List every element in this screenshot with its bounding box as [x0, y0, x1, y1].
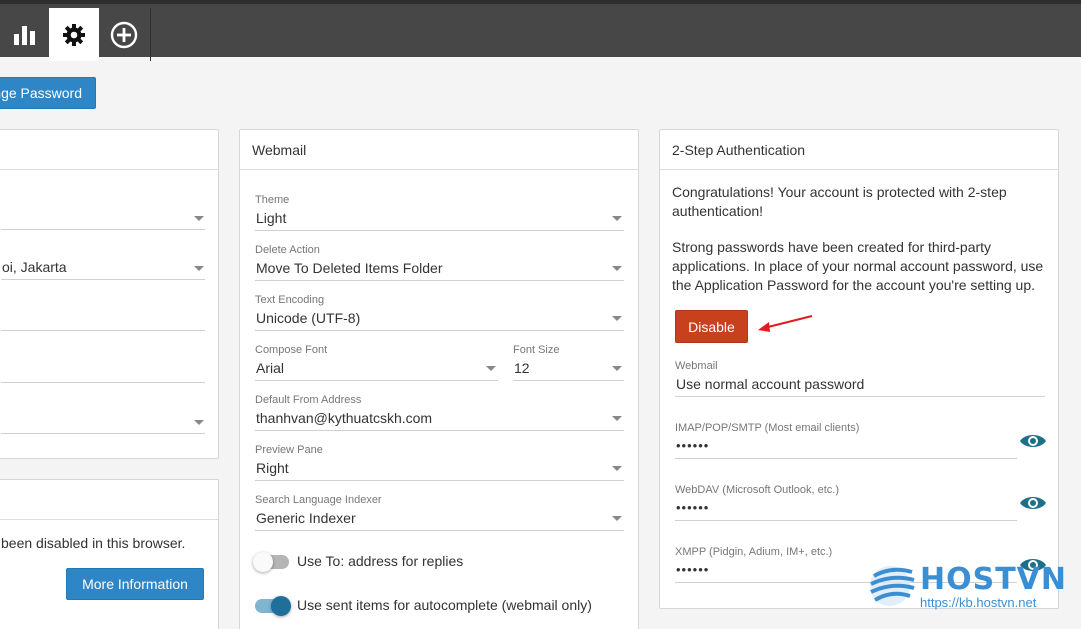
watermark-url: https://kb.hostvn.net — [920, 595, 1037, 610]
bar-chart-icon — [14, 25, 35, 45]
two-step-auth-panel: 2-Step Authentication Congratulations! Y… — [659, 129, 1059, 609]
two-step-auth-title: 2-Step Authentication — [660, 130, 1058, 170]
left-field-5[interactable] — [1, 410, 205, 434]
theme-select[interactable]: Theme Light — [255, 193, 624, 231]
chevron-down-icon — [612, 216, 622, 221]
sent-items-autocomplete-toggle[interactable] — [255, 596, 291, 616]
left-settings-panel: oi, Jakarta — [0, 129, 219, 459]
compose-font-select[interactable]: Compose Font Arial — [255, 343, 498, 381]
tab-add[interactable] — [99, 8, 149, 61]
eye-icon[interactable] — [1019, 493, 1047, 513]
left-field-4[interactable] — [1, 359, 205, 383]
left-field-3[interactable] — [1, 307, 205, 331]
left-field-timezone[interactable]: oi, Jakarta — [1, 256, 205, 280]
more-information-button[interactable]: More Information — [66, 568, 204, 600]
disable-button[interactable]: Disable — [675, 310, 748, 343]
text-encoding-select[interactable]: Text Encoding Unicode (UTF-8) — [255, 293, 624, 331]
change-password-button[interactable]: nge Password — [0, 77, 96, 109]
chevron-down-icon — [612, 466, 622, 471]
default-from-address-select[interactable]: Default From Address thanhvan@kythuatcsk… — [255, 393, 624, 431]
delete-action-select[interactable]: Delete Action Move To Deleted Items Fold… — [255, 243, 624, 281]
preview-pane-select[interactable]: Preview Pane Right — [255, 443, 624, 481]
chevron-down-icon — [194, 266, 204, 271]
plus-circle-icon — [110, 21, 138, 48]
left-bottom-panel-header — [0, 480, 218, 520]
congrats-text-line1: Congratulations! Your account is protect… — [672, 184, 1007, 200]
webmail-panel-title: Webmail — [240, 130, 638, 170]
top-toolbar — [0, 0, 1081, 61]
use-to-address-label: Use To: address for replies — [297, 553, 464, 569]
congrats-text-line2: authentication! — [672, 203, 764, 219]
eye-icon[interactable] — [1019, 431, 1047, 451]
chevron-down-icon — [612, 366, 622, 371]
toolbar-divider — [150, 8, 151, 61]
font-size-select[interactable]: Font Size 12 — [513, 343, 624, 381]
gear-icon — [63, 23, 85, 46]
info-text-line3: the Application Password for the account… — [672, 277, 1036, 293]
chevron-down-icon — [612, 516, 622, 521]
browser-disabled-text: been disabled in this browser. — [1, 535, 186, 551]
chevron-down-icon — [612, 266, 622, 271]
webmail-app-password-field[interactable]: Webmail Use normal account password — [675, 359, 1045, 397]
chevron-down-icon — [194, 216, 204, 221]
imap-pop-smtp-password-field[interactable]: IMAP/POP/SMTP (Most email clients) •••••… — [675, 421, 1017, 459]
sent-items-autocomplete-label: Use sent items for autocomplete (webmail… — [297, 597, 592, 613]
webdav-password-field[interactable]: WebDAV (Microsoft Outlook, etc.) •••••• — [675, 483, 1017, 521]
left-field-1[interactable] — [1, 206, 205, 230]
toggle-knob — [253, 552, 273, 572]
info-text-line1: Strong passwords have been created for t… — [672, 239, 992, 255]
toggle-knob — [271, 596, 291, 616]
watermark-brand: HOSTVN — [920, 562, 1068, 597]
tab-settings[interactable] — [49, 8, 99, 61]
search-language-indexer-select[interactable]: Search Language Indexer Generic Indexer — [255, 493, 624, 531]
chevron-down-icon — [194, 420, 204, 425]
webmail-panel: Webmail Theme Light Delete Action Move T… — [239, 129, 639, 629]
left-panel-header — [0, 130, 218, 170]
left-bottom-panel: been disabled in this browser. More Info… — [0, 479, 219, 629]
tab-statistics[interactable] — [0, 8, 50, 61]
use-to-address-toggle[interactable] — [253, 552, 289, 572]
chevron-down-icon — [612, 316, 622, 321]
chevron-down-icon — [486, 366, 496, 371]
chevron-down-icon — [612, 416, 622, 421]
arrow-annotation-icon — [758, 315, 813, 332]
hostvn-watermark: HOSTVN https://kb.hostvn.net — [868, 562, 1068, 612]
info-text-line2: applications. In place of your normal ac… — [672, 258, 1044, 274]
hostvn-logo-icon — [870, 566, 915, 606]
